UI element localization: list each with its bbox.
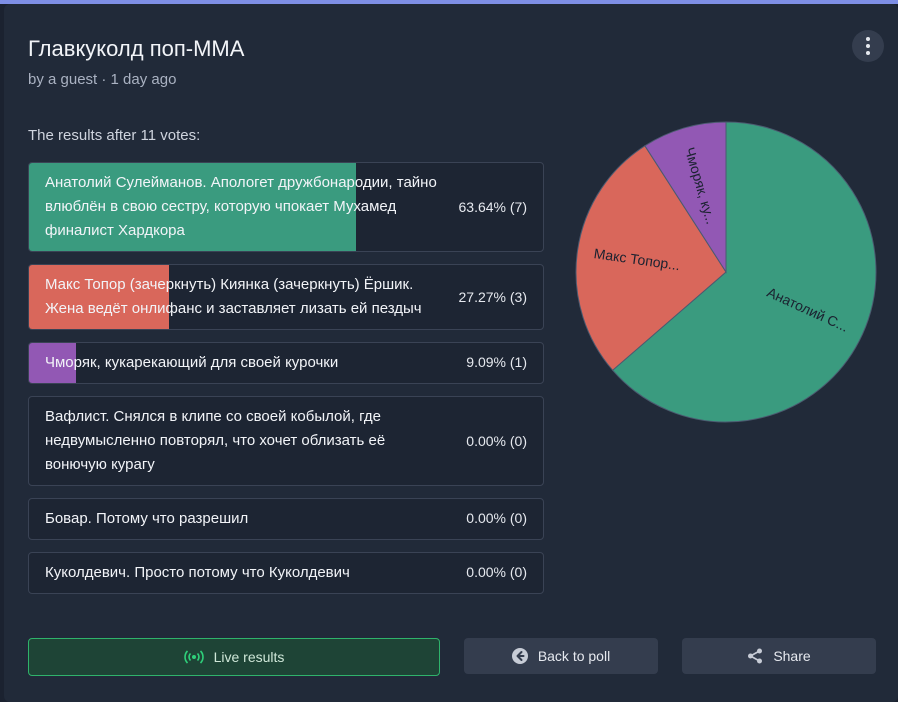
back-to-poll-label: Back to poll	[537, 648, 611, 664]
more-options-button[interactable]	[852, 30, 884, 62]
option-result: 27.27% (3)	[458, 289, 527, 305]
option-text: Макс Топор (зачеркнуть) Киянка (зачеркну…	[45, 276, 422, 317]
vertical-dots-icon	[866, 37, 870, 55]
option-text: Чморяк, кукарекающий для своей курочки	[45, 354, 339, 371]
result-option: Вафлист. Снялся в клипе со своей кобылой…	[28, 396, 544, 486]
option-result: 63.64% (7)	[458, 199, 527, 215]
result-option: Куколдевич. Просто потому что Куколдевич…	[28, 552, 544, 594]
share-icon	[748, 648, 763, 664]
live-results-label: Live results	[213, 649, 285, 665]
option-result: 0.00% (0)	[466, 564, 527, 580]
share-label: Share	[773, 648, 811, 664]
option-result: 0.00% (0)	[466, 433, 527, 449]
results-pie-chart: Анатолий С...Макс Топор...Чморяк, ку...	[575, 121, 877, 423]
broadcast-icon	[183, 650, 204, 664]
poll-meta: by a guest · 1 day ago	[28, 71, 177, 88]
share-button[interactable]: Share	[682, 638, 876, 674]
option-text: Вафлист. Снялся в клипе со своей кобылой…	[45, 408, 386, 473]
live-results-button[interactable]: Live results	[28, 638, 440, 676]
option-result: 0.00% (0)	[466, 510, 527, 526]
option-text: Бовар. Потому что разрешил	[45, 510, 249, 527]
option-text: Куколдевич. Просто потому что Куколдевич	[45, 564, 350, 581]
result-option: Анатолий Сулейманов. Апологет дружбонаро…	[28, 162, 544, 252]
option-text: Анатолий Сулейманов. Апологет дружбонаро…	[45, 174, 437, 239]
result-option: Чморяк, кукарекающий для своей курочки 9…	[28, 342, 544, 384]
result-option: Бовар. Потому что разрешил 0.00% (0)	[28, 498, 544, 540]
back-to-poll-button[interactable]: Back to poll	[464, 638, 658, 674]
results-summary: The results after 11 votes:	[28, 127, 201, 144]
poll-title: Главкуколд поп-ММА	[28, 36, 245, 61]
arrow-left-circle-icon	[511, 648, 528, 664]
result-option: Макс Топор (зачеркнуть) Киянка (зачеркну…	[28, 264, 544, 330]
option-result: 9.09% (1)	[466, 354, 527, 370]
